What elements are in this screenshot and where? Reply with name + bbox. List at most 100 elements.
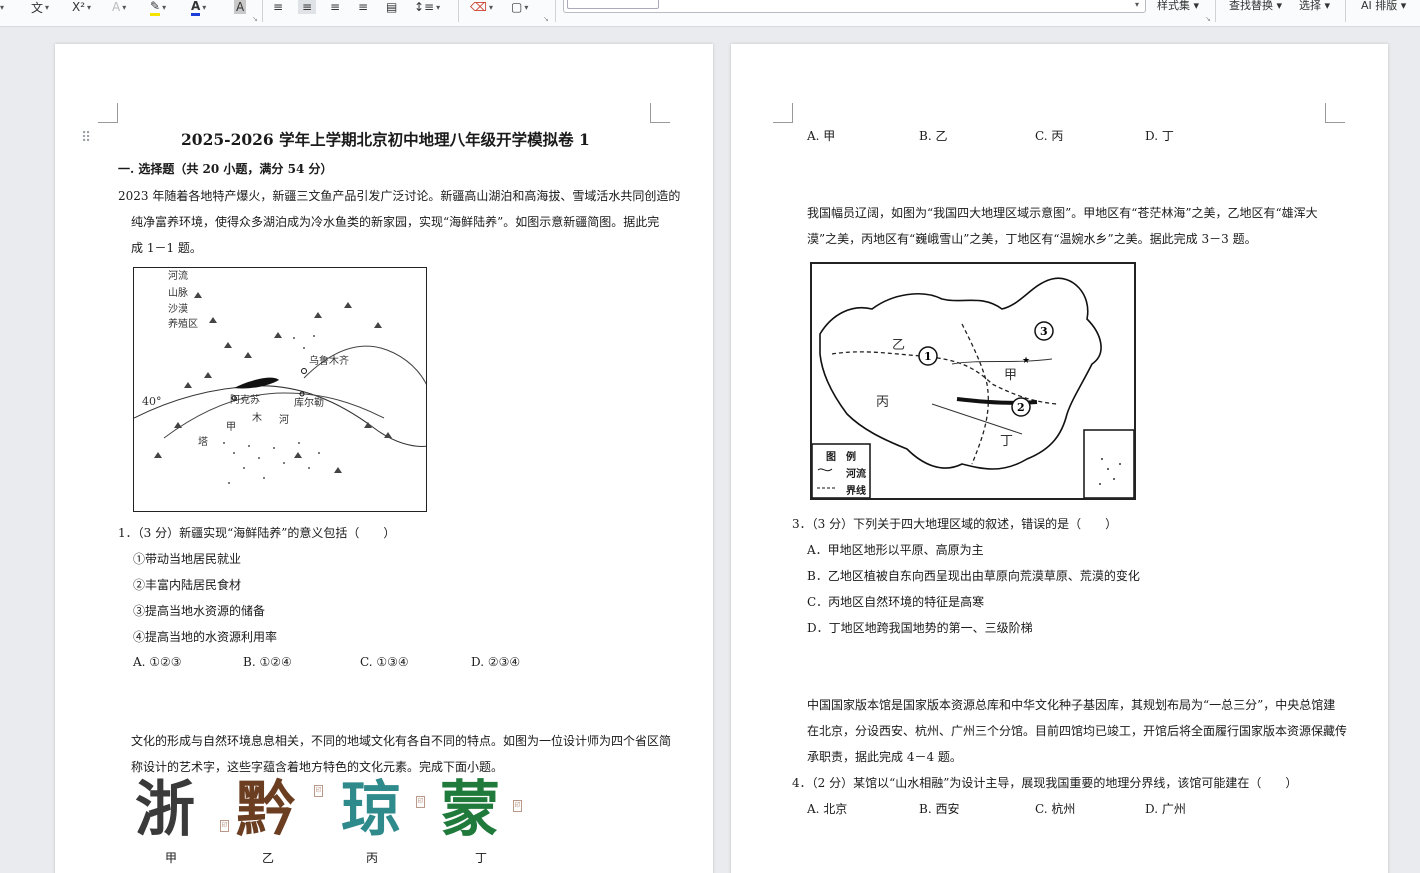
align-center-button[interactable]: ≡ xyxy=(298,0,317,14)
border-icon: ▢ xyxy=(511,0,523,14)
distributed-button[interactable]: ▤ xyxy=(386,0,397,14)
divider xyxy=(458,0,459,22)
superscript-button[interactable]: X² ▾ xyxy=(72,0,91,14)
chevron-down-icon: ▾ xyxy=(1190,0,1200,12)
chevron-down-icon: ▾ xyxy=(1321,0,1331,12)
margin-marker xyxy=(1325,103,1345,123)
highlight-button[interactable]: ✎ ▾ xyxy=(150,0,167,16)
question-1-option-c: C. ①③④ xyxy=(360,655,409,669)
font-size-button[interactable]: ▾ xyxy=(0,0,4,14)
char-shading-button[interactable]: A xyxy=(234,0,247,14)
margin-marker xyxy=(98,103,118,123)
text-effect-button[interactable]: A ▾ xyxy=(112,0,126,14)
label-latitude: 40° xyxy=(142,395,162,408)
intro-line: 2023 年随着各地特产爆火，新疆三文鱼产品引发广泛讨论。新疆高山湖泊和高海拔、… xyxy=(118,189,681,203)
superscript-icon: X² xyxy=(72,0,86,14)
align-right-icon: ≡ xyxy=(330,0,341,14)
region-bing-label: 丙 xyxy=(876,395,890,410)
intro-line: 文化的形成与自然环境息息相关，不同的地域文化有各自不同的特点。如图为一位设计师为… xyxy=(131,734,672,748)
phonetic-guide-button[interactable]: 文 ▾ xyxy=(31,0,50,15)
document-page-1[interactable]: ⠿ 2025-2026 学年上学期北京初中地理八年级开学模拟卷 1 一. 选择题… xyxy=(55,44,713,873)
capital-star-icon: ★ xyxy=(1022,356,1030,366)
phonetic-guide-icon: 文 xyxy=(31,0,44,15)
city-marker xyxy=(301,368,307,374)
section-heading: 一. 选择题（共 20 小题，满分 54 分） xyxy=(118,162,333,176)
line-spacing-icon: ↕≡ xyxy=(414,0,435,14)
region-boundary xyxy=(961,323,989,465)
question-4-option-b: B. 西安 xyxy=(919,802,960,816)
intro-line: 称设计的艺术字，这些字蕴含着地方特色的文化元素。完成下面小题。 xyxy=(131,760,504,774)
marker-2-label: 2 xyxy=(1017,401,1025,414)
river-line xyxy=(951,358,1053,365)
highlight-icon: ✎ xyxy=(150,0,161,16)
document-page-2[interactable]: A. 甲 B. 乙 C. 丙 D. 丁 我国幅员辽阔，如图为“我国四大地理区域示… xyxy=(731,44,1388,873)
ai-layout-button[interactable]: AI 排版 ▾ xyxy=(1361,0,1406,13)
question-4-option-d: D. 广州 xyxy=(1145,802,1186,816)
exam-title: 2025-2026 学年上学期北京初中地理八年级开学模拟卷 1 xyxy=(181,130,590,149)
intro-line: 在北京，分设西安、杭州、广州三个分馆。目前四馆均已竣工，开馆后将全面履行国家版本… xyxy=(807,724,1348,738)
styles-set-label: 样式集 xyxy=(1157,0,1190,12)
find-replace-button[interactable]: 查找替换 ▾ xyxy=(1229,0,1282,13)
question-4-option-c: C. 杭州 xyxy=(1035,802,1076,816)
art-caption: 丁 xyxy=(475,851,488,865)
art-char-qiong: 琼 xyxy=(341,775,401,845)
style-gallery[interactable]: ▾ xyxy=(563,0,1146,13)
legend-breeding: 养殖区 xyxy=(168,319,198,330)
region-yi-label: 乙 xyxy=(892,338,906,353)
question-1-item: ①带动当地居民就业 xyxy=(133,552,242,566)
chevron-down-icon: ▾ xyxy=(87,2,92,12)
art-char-qian: 黔 xyxy=(236,775,296,845)
question-1-item: ④提高当地的水资源利用率 xyxy=(133,630,278,644)
seal-stamp: 印 xyxy=(416,796,425,808)
gallery-more-icon[interactable]: ▾ xyxy=(1135,0,1139,9)
margin-marker xyxy=(773,103,793,123)
find-replace-label: 查找替换 xyxy=(1229,0,1273,12)
chevron-down-icon: ▾ xyxy=(162,2,167,12)
breeding-zone xyxy=(234,377,279,389)
option-b: B. 乙 xyxy=(919,129,948,143)
label-korla: 库尔勒 xyxy=(294,398,324,409)
align-center-icon: ≡ xyxy=(302,0,313,14)
border-button[interactable]: ▢ ▾ xyxy=(511,0,528,14)
question-1-option-d: D. ②③④ xyxy=(471,655,521,669)
question-3-option-b: B．乙地区植被自东向西呈现出由草原向荒漠草原、荒漠的变化 xyxy=(807,569,1140,583)
art-caption: 乙 xyxy=(262,851,275,865)
divider xyxy=(262,0,263,22)
label-ta: 塔 xyxy=(198,437,208,448)
label-river-char: 河 xyxy=(279,415,289,426)
style-preview[interactable] xyxy=(567,0,659,9)
chevron-down-icon: ▾ xyxy=(1397,0,1407,12)
chevron-down-icon: ▾ xyxy=(45,2,50,12)
clear-format-button[interactable]: ⌫ ▾ xyxy=(470,0,493,14)
option-d: D. 丁 xyxy=(1145,129,1174,143)
legend-river: 河流 xyxy=(846,469,866,480)
styles-set-button[interactable]: 样式集 ▾ xyxy=(1157,0,1199,13)
xinjiang-map: 河流 山脉 沙漠 养殖区 乌鲁木齐 阿克苏 库尔勒 40° 木 河 甲 塔 xyxy=(133,267,427,512)
font-color-icon: A xyxy=(191,0,201,16)
align-left-icon: ≡ xyxy=(273,0,284,14)
dialog-launcher-icon[interactable]: ↘ xyxy=(543,15,549,23)
clear-format-icon: ⌫ xyxy=(470,0,487,14)
question-4-option-a: A. 北京 xyxy=(807,802,848,816)
divider xyxy=(555,0,556,22)
legend-river: 河流 xyxy=(168,271,188,282)
justify-icon: ≡ xyxy=(358,0,369,14)
line-spacing-button[interactable]: ↕≡ ▾ xyxy=(414,0,440,14)
justify-button[interactable]: ≡ xyxy=(358,0,368,14)
select-button[interactable]: 选择 ▾ xyxy=(1299,0,1330,13)
intro-line: 成 1－1 题。 xyxy=(131,241,202,255)
marker-1-label: 1 xyxy=(924,350,932,363)
label-aksu: 阿克苏 xyxy=(230,395,260,406)
dialog-launcher-icon[interactable]: ↘ xyxy=(1205,15,1211,23)
intro-line: 中国国家版本馆是国家版本资源总库和中华文化种子基因库，其规划布局为“一总三分”，… xyxy=(807,698,1336,712)
dialog-launcher-icon[interactable]: ↘ xyxy=(252,15,258,23)
art-char-meng: 蒙 xyxy=(440,775,500,845)
question-3-option-d: D．丁地区地跨我国地势的第一、三级阶梯 xyxy=(807,621,1033,635)
align-left-button[interactable]: ≡ xyxy=(273,0,283,14)
font-color-button[interactable]: A ▾ xyxy=(191,0,206,16)
drag-handle-icon[interactable]: ⠿ xyxy=(81,130,91,146)
align-right-button[interactable]: ≡ xyxy=(330,0,340,14)
ai-layout-label: AI 排版 xyxy=(1361,0,1398,12)
text-effect-icon: A xyxy=(112,0,121,14)
legend-boundary: 界线 xyxy=(846,486,866,497)
